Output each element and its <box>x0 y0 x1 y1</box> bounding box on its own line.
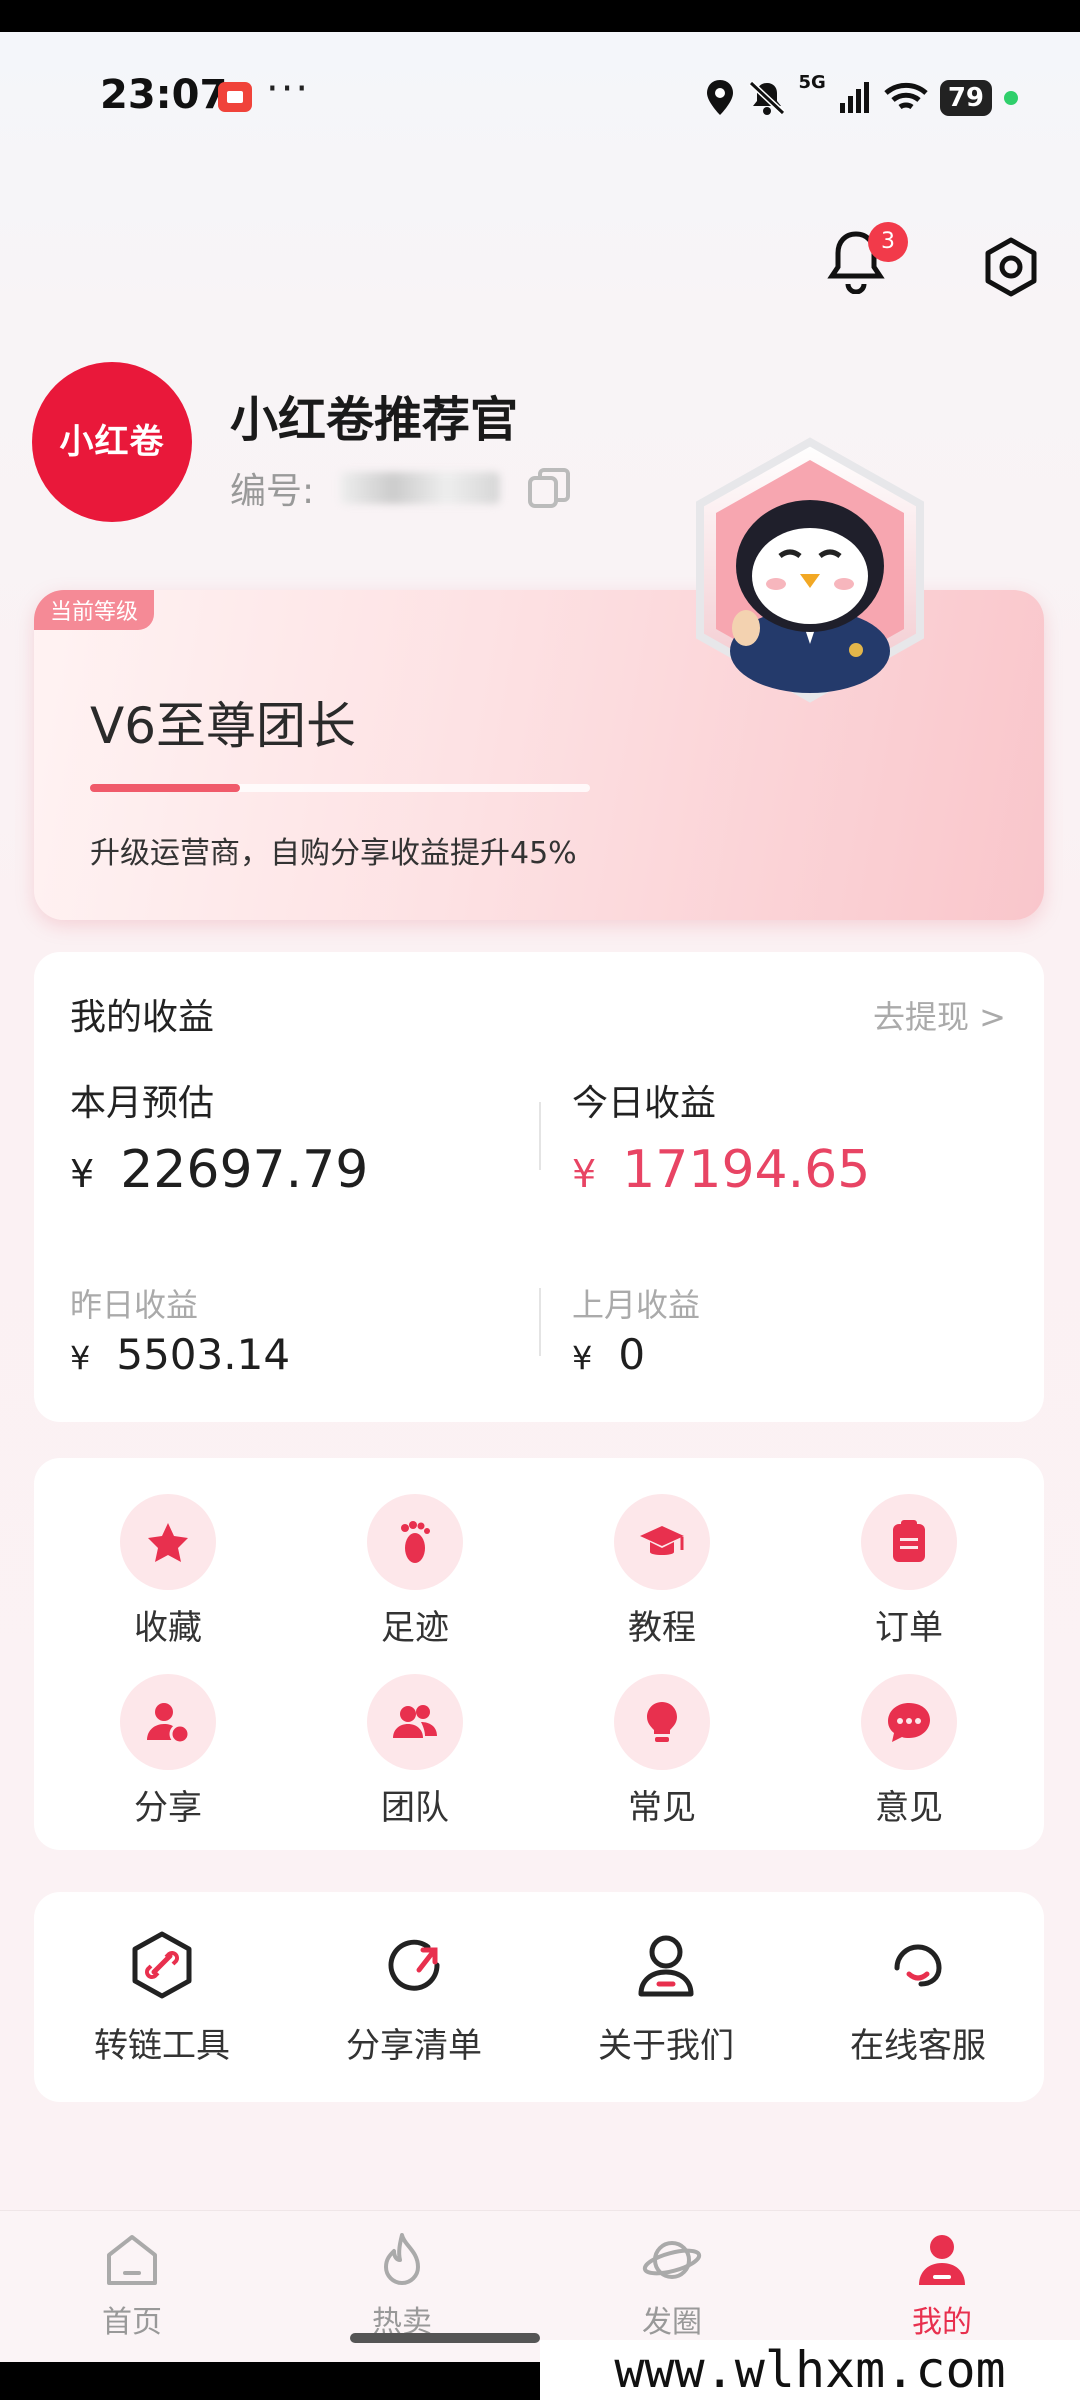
function-label: 收藏 <box>134 1608 202 1648</box>
signal-icon: 5G <box>798 72 826 93</box>
nav-hot-sale[interactable]: 热卖 <box>322 2229 482 2341</box>
battery-indicator: 79 <box>939 80 992 116</box>
last-month-earnings-value: ¥0 <box>572 1330 645 1379</box>
function-item-tutorial[interactable]: 教程 <box>587 1494 737 1649</box>
month-estimate-value: ¥22697.79 <box>70 1140 368 1200</box>
app-screen: 23:07 ··· 5G 79 3 小红卷 小红卷推荐官 编号: 当前等级 V6… <box>0 32 1080 2362</box>
avatar[interactable]: 小红卷 <box>32 362 192 522</box>
month-estimate-amount: 22697.79 <box>120 1140 369 1200</box>
wifi-icon <box>884 82 928 110</box>
function-label: 分享 <box>134 1788 202 1828</box>
privacy-indicator-dot <box>1004 91 1018 105</box>
function-item-team[interactable]: 团队 <box>340 1674 490 1829</box>
function-item-feedback[interactable]: 意见 <box>834 1674 984 1829</box>
link-hexagon-icon <box>132 1931 192 1999</box>
status-icons: 5G 79 <box>705 72 1018 120</box>
nav-label: 我的 <box>912 2305 972 2340</box>
penguin-mascot-badge-icon <box>696 437 924 703</box>
tool-about-us[interactable]: 关于我们 <box>556 1930 776 2067</box>
function-label: 团队 <box>381 1788 449 1828</box>
tools-row: 转链工具 分享清单 关于我们 在线客服 <box>34 1892 1044 2102</box>
function-grid: 收藏 足迹 教程 订单 分享 团队 常见 意见 <box>34 1458 1044 1850</box>
planet-icon <box>642 2241 702 2279</box>
graduation-cap-icon <box>614 1494 710 1590</box>
today-earnings-label: 今日收益 <box>572 1083 717 1124</box>
nav-home[interactable]: 首页 <box>52 2229 212 2341</box>
yesterday-earnings-value: ¥5503.14 <box>70 1330 290 1379</box>
user-id-value-redacted <box>340 472 500 504</box>
today-earnings-value: ¥17194.65 <box>572 1140 870 1200</box>
screen-record-icon <box>218 82 252 112</box>
function-item-favorites[interactable]: 收藏 <box>93 1494 243 1649</box>
withdraw-link[interactable]: 去提现 > <box>873 992 1006 1038</box>
lightbulb-icon <box>614 1674 710 1770</box>
function-label: 教程 <box>628 1608 696 1648</box>
notification-badge: 3 <box>868 222 908 262</box>
clipboard-icon <box>861 1494 957 1590</box>
tool-label: 转链工具 <box>94 2026 230 2066</box>
team-icon <box>367 1674 463 1770</box>
last-month-earnings-amount: 0 <box>618 1330 646 1379</box>
yesterday-earnings-label: 昨日收益 <box>70 1286 199 1324</box>
function-label: 订单 <box>875 1608 943 1648</box>
headset-icon <box>894 1944 942 1987</box>
copy-icon[interactable] <box>526 466 572 510</box>
last-month-earnings-label: 上月收益 <box>572 1286 701 1324</box>
user-id-label: 编号: <box>230 471 315 512</box>
function-label: 意见 <box>875 1788 943 1828</box>
profile-icon <box>919 2235 965 2285</box>
function-item-faq[interactable]: 常见 <box>587 1674 737 1829</box>
status-bar: 23:07 ··· 5G 79 <box>0 66 1080 132</box>
tool-label: 关于我们 <box>598 2026 734 2066</box>
currency-symbol: ¥ <box>70 1152 95 1196</box>
level-description: 升级运营商，自购分享收益提升45% <box>90 836 577 871</box>
currency-symbol: ¥ <box>70 1339 91 1377</box>
function-label: 常见 <box>628 1788 696 1828</box>
share-circle-icon <box>388 1939 440 1991</box>
earnings-card: 我的收益 去提现 > 本月预估 ¥22697.79 今日收益 ¥17194.65… <box>34 952 1044 1422</box>
nav-label: 首页 <box>102 2305 162 2340</box>
location-icon <box>706 80 733 115</box>
more-notifications-icon: ··· <box>266 66 311 112</box>
earnings-title: 我的收益 <box>70 997 215 1038</box>
tool-share-list[interactable]: 分享清单 <box>304 1930 524 2067</box>
level-title: V6至尊团长 <box>90 697 357 755</box>
nav-moments[interactable]: 发圈 <box>592 2229 752 2341</box>
earnings-divider <box>539 1288 541 1356</box>
nav-label: 发圈 <box>642 2305 702 2340</box>
watermark-text: www.wlhxm.com <box>540 2340 1080 2400</box>
month-estimate-label: 本月预估 <box>70 1083 215 1124</box>
tool-online-support[interactable]: 在线客服 <box>808 1930 1028 2067</box>
chat-bubble-icon <box>861 1674 957 1770</box>
flame-icon <box>384 2233 420 2285</box>
signal-bars-icon <box>839 82 869 113</box>
function-item-share[interactable]: 分享 <box>93 1674 243 1829</box>
level-progress-fill <box>90 784 240 792</box>
user-nickname: 小红卷推荐官 <box>230 392 519 448</box>
mute-icon <box>748 80 785 116</box>
home-icon <box>107 2235 157 2285</box>
level-tag: 当前等级 <box>34 590 155 630</box>
function-item-orders[interactable]: 订单 <box>834 1494 984 1649</box>
settings-icon[interactable] <box>980 236 1042 298</box>
tool-link-converter[interactable]: 转链工具 <box>52 1930 272 2067</box>
nav-mine[interactable]: 我的 <box>862 2229 1022 2341</box>
status-time: 23:07 <box>100 72 228 118</box>
yesterday-earnings-amount: 5503.14 <box>116 1330 291 1379</box>
home-indicator[interactable] <box>350 2333 540 2343</box>
function-label: 足迹 <box>381 1608 449 1648</box>
person-icon <box>638 1935 694 1997</box>
tool-label: 分享清单 <box>346 2026 482 2066</box>
earnings-divider <box>539 1102 541 1170</box>
star-icon <box>120 1494 216 1590</box>
footprint-icon <box>367 1494 463 1590</box>
today-earnings-amount: 17194.65 <box>622 1140 871 1200</box>
function-item-footprints[interactable]: 足迹 <box>340 1494 490 1649</box>
currency-symbol: ¥ <box>572 1339 593 1377</box>
tool-label: 在线客服 <box>850 2026 986 2066</box>
user-share-icon <box>120 1674 216 1770</box>
currency-symbol: ¥ <box>572 1152 597 1196</box>
